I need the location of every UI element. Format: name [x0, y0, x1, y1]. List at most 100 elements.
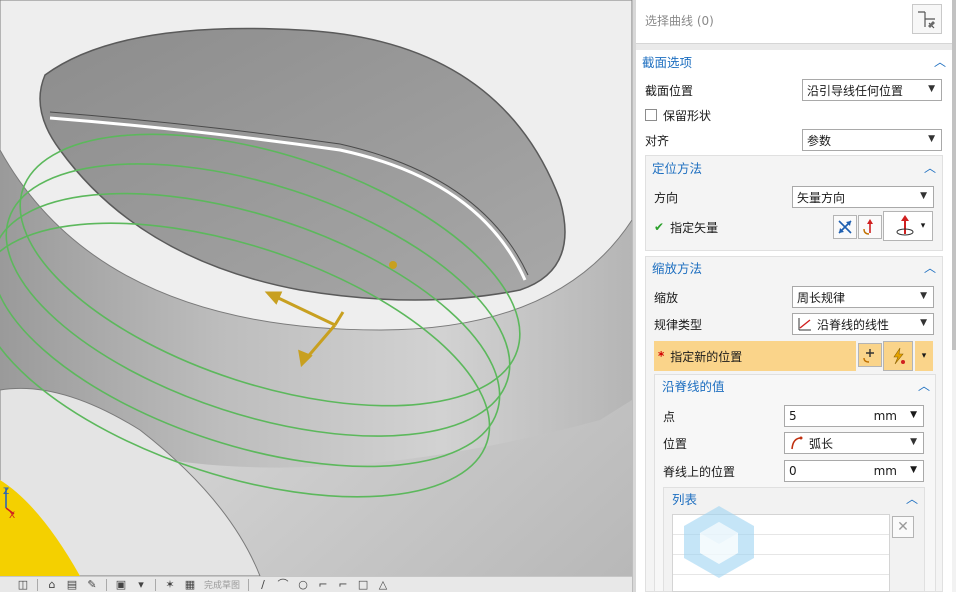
dropdown-caret-icon[interactable]: ▼ [910, 410, 917, 420]
point-label: 点 [663, 409, 676, 424]
spine-position-row: 脊线上的位置 [663, 459, 735, 483]
star-icon[interactable]: ✶ [161, 578, 179, 592]
keep-shape-label: 保留形状 [663, 108, 712, 123]
properties-panel: 选择曲线 (0) 截面选项 ︿ 截面位置 沿引导线任何位置 ▼ 保留形状 对齐 … [636, 0, 952, 592]
chevron-up-icon[interactable]: ︿ [918, 377, 930, 394]
chevron-up-icon[interactable]: ︿ [924, 159, 936, 176]
box-icon[interactable]: ▣ [112, 578, 130, 592]
select-curve-button[interactable] [912, 4, 942, 34]
alignment-value: 参数 [807, 133, 832, 148]
alignment-row: 对齐 [645, 128, 669, 152]
specify-new-location-row[interactable]: * 指定新的位置 [654, 341, 856, 371]
chevron-down-icon[interactable]: ▾ [132, 578, 150, 592]
keep-shape-checkbox[interactable] [645, 109, 657, 121]
scaling-title: 缩放方法 [652, 260, 703, 276]
point-unit: mm [873, 409, 897, 423]
point-marker[interactable] [389, 261, 397, 269]
scaling-header[interactable]: 缩放方法 ︿ [646, 256, 942, 278]
bottom-toolbar: ◫ ⌂ ▤ ✎ ▣ ▾ ✶ ▦ 完成草图 ∕ ⌒ ○ ⌐ ⌐ □ △ [0, 576, 632, 592]
law-type-row: 规律类型 [654, 312, 702, 336]
line-icon[interactable]: ∕ [254, 578, 272, 592]
dropdown-caret-icon: ▼ [920, 291, 927, 301]
direction-value: 矢量方向 [797, 190, 846, 205]
watermark-logo [684, 506, 754, 578]
orientation-header[interactable]: 定位方法 ︿ [646, 156, 942, 178]
chevron-up-icon[interactable]: ︿ [906, 490, 918, 507]
graphics-viewport[interactable]: Z X ◫ ⌂ ▤ ✎ ▣ ▾ ✶ ▦ 完成草图 ∕ ⌒ ○ ⌐ ⌐ □ △ [0, 0, 632, 592]
polygon-icon[interactable]: △ [374, 578, 392, 592]
toolbar-separator [155, 578, 156, 591]
law-type-value: 沿脊线的线性 [817, 317, 890, 332]
location-dropdown[interactable]: 弧长 ▼ [784, 432, 924, 454]
required-marker: * [658, 349, 665, 363]
fillet-icon[interactable]: ⌐ [314, 578, 332, 592]
law-type-dropdown[interactable]: 沿脊线的线性 ▼ [792, 313, 934, 335]
chevron-up-icon[interactable]: ︿ [924, 259, 936, 276]
section-position-value: 沿引导线任何位置 [807, 83, 904, 98]
edit-icon[interactable]: ✎ [83, 578, 101, 592]
select-curve-label: 选择曲线 (0) [645, 14, 714, 28]
alignment-label: 对齐 [645, 133, 670, 148]
reverse-direction-button[interactable] [833, 215, 857, 239]
select-curve-icon [918, 11, 935, 29]
chevron-down-icon[interactable]: ▾ [921, 221, 926, 231]
keep-shape-row[interactable]: 保留形状 [645, 103, 711, 127]
section-options-title: 截面选项 [642, 54, 693, 70]
location-value: 弧长 [809, 436, 834, 451]
spine-position-value: 0 [789, 464, 797, 478]
dropdown-caret-icon: ▼ [928, 134, 935, 144]
spine-values-header[interactable]: 沿脊线的值 ︿ [656, 374, 936, 396]
rectangle-icon[interactable]: □ [354, 578, 372, 592]
section-position-dropdown[interactable]: 沿引导线任何位置 ▼ [802, 79, 942, 101]
vector-constructor-icon [863, 219, 873, 235]
location-row: 位置 [663, 431, 687, 455]
scale-dropdown[interactable]: 周长规律 ▼ [792, 286, 934, 308]
trim-icon[interactable]: ⌐ [334, 578, 352, 592]
toolbar-separator [106, 578, 107, 591]
point-value: 5 [789, 409, 797, 423]
vector-constructor-button[interactable] [858, 215, 882, 239]
direction-dropdown[interactable]: 矢量方向 ▼ [792, 186, 934, 208]
grid-icon[interactable]: ▦ [181, 578, 199, 592]
law-type-label: 规律类型 [654, 317, 703, 332]
orientation-title: 定位方法 [652, 160, 703, 176]
alignment-dropdown[interactable]: 参数 ▼ [802, 129, 942, 151]
toolbar-separator [248, 578, 250, 591]
svg-text:X: X [9, 511, 15, 521]
scrollbar-thumb[interactable] [952, 0, 956, 350]
lightning-point-icon [893, 347, 905, 365]
add-point-button[interactable] [858, 343, 882, 367]
scale-value: 周长规律 [797, 290, 846, 305]
scale-label: 缩放 [654, 290, 679, 305]
finish-sketch-button[interactable]: 完成草图 [204, 578, 240, 591]
point-inference-button[interactable] [883, 341, 913, 371]
location-label: 位置 [663, 436, 688, 451]
chevron-up-icon[interactable]: ︿ [934, 53, 946, 70]
lock-icon[interactable]: ⌂ [43, 578, 61, 592]
section-options-header[interactable]: 截面选项 ︿ [636, 50, 952, 72]
spine-position-unit: mm [873, 464, 897, 478]
arc-length-icon [791, 436, 803, 450]
section-position-label: 截面位置 [645, 83, 694, 98]
check-icon: ✔ [654, 220, 665, 234]
circle-icon[interactable]: ○ [294, 578, 312, 592]
select-curve-row[interactable]: 选择曲线 (0) [636, 0, 952, 44]
panel-scrollbar[interactable] [952, 0, 956, 592]
spine-position-input[interactable]: 0 mm ▼ [784, 460, 924, 482]
arc-icon[interactable]: ⌒ [274, 578, 292, 592]
cube-view-icon[interactable]: ◫ [14, 578, 32, 592]
layer-icon[interactable]: ▤ [63, 578, 81, 592]
dropdown-caret-icon: ▼ [928, 84, 935, 94]
model-scene[interactable]: Z X [0, 0, 632, 576]
inferred-vector-button[interactable]: ▾ [883, 211, 933, 241]
specify-vector-label: 指定矢量 [670, 220, 719, 235]
specify-new-location-label: 指定新的位置 [670, 349, 743, 364]
section-position-row: 截面位置 [645, 78, 693, 102]
chevron-down-icon[interactable]: ▾ [915, 341, 933, 371]
dropdown-caret-icon: ▼ [910, 437, 917, 447]
direction-row: 方向 [654, 185, 678, 209]
point-input[interactable]: 5 mm ▼ [784, 405, 924, 427]
delete-button[interactable]: ✕ [892, 516, 914, 538]
dropdown-caret-icon[interactable]: ▼ [910, 465, 917, 475]
svg-text:Z: Z [3, 487, 9, 497]
